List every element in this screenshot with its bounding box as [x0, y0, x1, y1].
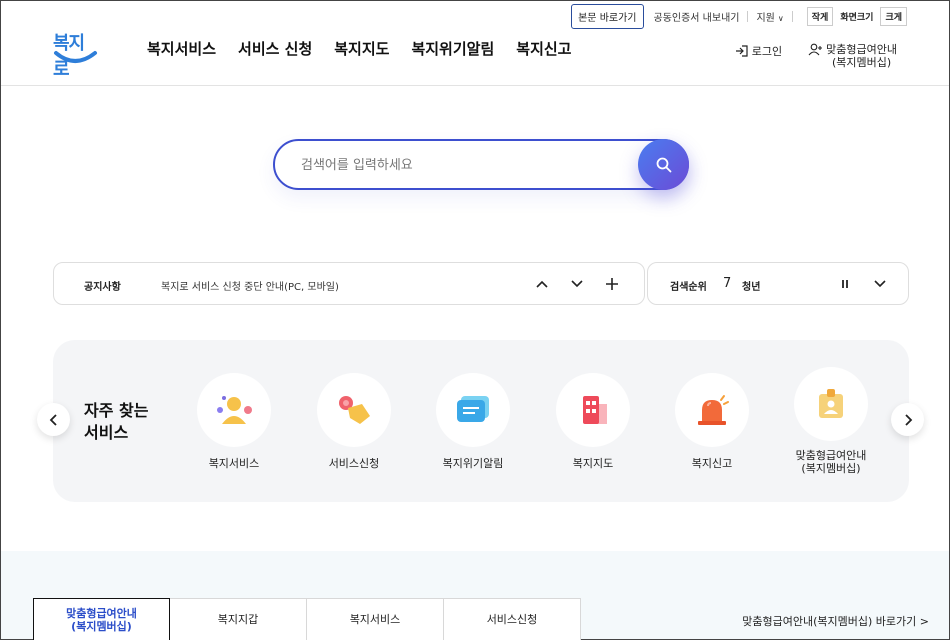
logo[interactable]: 복지로 — [53, 29, 99, 80]
tab-membership[interactable]: 맞춤형급여안내 (복지멤버십) — [33, 598, 170, 640]
rank-number: 7 — [723, 276, 732, 291]
plus-icon — [606, 278, 618, 290]
service-item-apply[interactable]: 서비스신청 — [294, 373, 414, 470]
rank-keyword[interactable]: 청년 — [742, 278, 760, 293]
service-label: 맞춤형급여안내 (복지멤버십) — [771, 449, 891, 475]
service-icon-wrap — [317, 373, 391, 447]
membership-goto-link[interactable]: 맞춤형급여안내(복지멤버십) 바로가기 > — [742, 613, 929, 629]
building-icon — [583, 396, 607, 424]
tab-wallet[interactable]: 복지지갑 — [170, 598, 307, 640]
notice-label: 공지사항 — [84, 282, 121, 293]
rank-label: 검색순위 — [670, 282, 707, 293]
cert-export-link[interactable]: 공동인증서 내보내기 — [654, 9, 740, 24]
service-label-line1: 맞춤형급여안내 — [795, 449, 867, 462]
carousel-prev-button[interactable] — [37, 403, 70, 436]
tab-welfare-service[interactable]: 복지서비스 — [307, 598, 444, 640]
siren-icon — [698, 395, 729, 425]
id-card-icon — [819, 389, 843, 418]
service-label: 서비스신청 — [328, 457, 380, 470]
bottom-tabs: 맞춤형급여안내 (복지멤버십) 복지지갑 복지서비스 서비스신청 — [33, 598, 581, 640]
divider — [791, 11, 793, 22]
service-icon-wrap — [794, 367, 868, 441]
service-item-report[interactable]: 복지신고 — [652, 373, 772, 470]
tab-label-2: (복지멤버십) — [71, 620, 132, 633]
size-large-button[interactable]: 크게 — [880, 7, 907, 26]
tab-service-apply[interactable]: 서비스신청 — [444, 598, 581, 640]
service-icon-wrap — [675, 373, 749, 447]
service-label: 복지서비스 — [208, 457, 260, 470]
notice-more-button[interactable] — [604, 275, 620, 293]
chevron-down-icon — [874, 280, 886, 288]
size-label: 화면크기 — [835, 7, 879, 26]
font-size-control: 작게 화면크기 크게 — [805, 7, 907, 26]
service-label: 복지지도 — [572, 457, 614, 470]
tab-label-1: 맞춤형급여안내 — [66, 607, 137, 620]
search-icon — [656, 157, 671, 172]
membership-button[interactable]: 맞춤형급여안내 (복지멤버십) — [808, 43, 897, 69]
skip-to-content-button[interactable]: 본문 바로가기 — [571, 4, 644, 29]
support-label: 지원 — [756, 13, 775, 24]
title-line-1: 자주 찾는 — [84, 401, 149, 420]
nav-welfare-service[interactable]: 복지서비스 — [147, 38, 216, 59]
divider — [747, 11, 749, 22]
service-item-welfare[interactable]: 복지서비스 — [174, 373, 294, 470]
chevron-left-icon — [49, 413, 57, 426]
utility-bar: 본문 바로가기 공동인증서 내보내기 지원 ∨ 작게 화면크기 크게 — [571, 4, 907, 29]
people-icon — [217, 396, 252, 424]
service-item-welfare-map[interactable]: 복지지도 — [533, 373, 653, 470]
header-divider — [1, 85, 949, 86]
pause-icon — [842, 280, 848, 288]
logo-smile-icon — [54, 51, 97, 63]
service-item-membership[interactable]: 맞춤형급여안내 (복지멤버십) — [771, 367, 891, 475]
membership-label-1: 맞춤형급여안내 — [826, 43, 897, 56]
size-small-button[interactable]: 작게 — [806, 7, 834, 26]
message-icon — [457, 396, 489, 422]
nav-welfare-map[interactable]: 복지지도 — [334, 38, 389, 59]
notice-next-button[interactable] — [569, 275, 585, 293]
rank-expand-button[interactable] — [872, 275, 888, 293]
membership-label-2: (복지멤버십) — [831, 56, 892, 69]
service-label-line2: (복지멤버십) — [801, 462, 861, 475]
chevron-down-icon — [571, 280, 583, 288]
title-line-2: 서비스 — [84, 423, 129, 442]
nav-service-apply[interactable]: 서비스 신청 — [238, 38, 312, 59]
chevron-right-icon — [904, 413, 912, 426]
hand-click-icon — [339, 396, 370, 424]
notice-prev-button[interactable] — [534, 275, 550, 293]
frequent-services-title: 자주 찾는 서비스 — [84, 400, 148, 444]
nav-crisis-alert[interactable]: 복지위기알림 — [411, 38, 494, 59]
chevron-up-icon — [536, 280, 548, 288]
search-ranking-bar: 검색순위 7 청년 — [647, 262, 909, 305]
service-item-crisis-alert[interactable]: 복지위기알림 — [413, 373, 533, 470]
chevron-down-icon: ∨ — [777, 14, 784, 23]
rank-pause-button[interactable] — [837, 275, 853, 293]
search-box — [273, 139, 689, 190]
search-button[interactable] — [638, 139, 689, 190]
support-menu[interactable]: 지원 ∨ — [756, 9, 783, 24]
search-input[interactable] — [301, 154, 631, 176]
carousel-next-button[interactable] — [891, 403, 924, 436]
notice-bar: 공지사항 복지로 서비스 신청 중단 안내(PC, 모바일) — [53, 262, 645, 305]
nav-welfare-report[interactable]: 복지신고 — [516, 38, 571, 59]
service-icon-wrap — [436, 373, 510, 447]
header-actions: 로그인 맞춤형급여안내 (복지멤버십) — [735, 43, 897, 69]
login-button[interactable]: 로그인 — [735, 43, 782, 59]
main-nav: 복지서비스 서비스 신청 복지지도 복지위기알림 복지신고 — [147, 38, 593, 59]
service-label: 복지위기알림 — [442, 457, 504, 470]
login-icon — [735, 45, 748, 57]
service-label: 복지신고 — [691, 457, 733, 470]
service-icon-wrap — [556, 373, 630, 447]
login-label: 로그인 — [751, 45, 783, 58]
user-plus-icon — [808, 43, 823, 56]
notice-text[interactable]: 복지로 서비스 신청 중단 안내(PC, 모바일) — [161, 278, 339, 293]
service-icon-wrap — [197, 373, 271, 447]
